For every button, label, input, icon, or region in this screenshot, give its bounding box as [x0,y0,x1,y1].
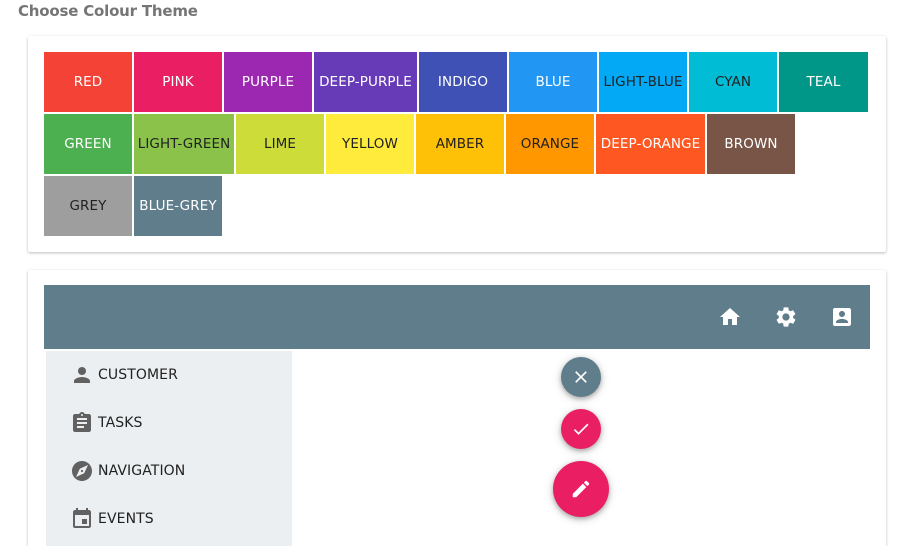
toolbar [44,285,870,349]
swatch-brown[interactable]: BROWN [707,114,795,174]
swatch-green[interactable]: GREEN [44,114,132,174]
nav-item-navigation[interactable]: NAVIGATION [46,447,292,495]
edit-fab-button[interactable] [553,461,609,517]
swatch-indigo[interactable]: INDIGO [419,52,507,112]
swatch-yellow[interactable]: YELLOW [326,114,414,174]
close-fab-button[interactable] [561,357,601,397]
swatch-light-green[interactable]: LIGHT-GREEN [134,114,234,174]
page-title: Choose Colour Theme [18,2,198,20]
swatch-teal[interactable]: TEAL [779,52,868,112]
nav-item-events[interactable]: EVENTS [46,495,292,543]
nav-item-customer[interactable]: CUSTOMER [46,351,292,399]
swatch-lime[interactable]: LIME [236,114,324,174]
calendar-icon [70,507,94,531]
nav-item-label: NAVIGATION [98,463,186,479]
theme-preview-card: CUSTOMER TASKS NAVIGATION EVENTS [28,270,886,546]
swatch-deep-orange[interactable]: DEEP-ORANGE [596,114,705,174]
swatch-cyan[interactable]: CYAN [689,52,777,112]
close-icon [571,367,591,387]
swatch-purple[interactable]: PURPLE [224,52,312,112]
nav-item-label: CUSTOMER [98,367,178,383]
compass-icon [70,459,94,483]
check-fab-button[interactable] [561,409,601,449]
swatch-amber[interactable]: AMBER [416,114,504,174]
edit-icon [570,478,592,500]
swatch-deep-purple[interactable]: DEEP-PURPLE [314,52,417,112]
settings-icon[interactable] [774,305,798,329]
check-icon [571,419,591,439]
swatch-red[interactable]: RED [44,52,132,112]
assignment-icon [70,411,94,435]
swatch-orange[interactable]: ORANGE [506,114,594,174]
home-icon[interactable] [718,305,742,329]
theme-picker-card: RED PINK PURPLE DEEP-PURPLE INDIGO BLUE … [28,36,886,252]
swatch-blue[interactable]: BLUE [509,52,597,112]
swatch-light-blue[interactable]: LIGHT-BLUE [599,52,687,112]
swatch-grey[interactable]: GREY [44,176,132,236]
person-icon [70,363,94,387]
contact-card-icon[interactable] [830,305,854,329]
side-navigation: CUSTOMER TASKS NAVIGATION EVENTS [46,351,292,546]
swatch-pink[interactable]: PINK [134,52,222,112]
nav-item-label: TASKS [98,415,143,431]
nav-item-label: EVENTS [98,511,154,527]
nav-item-tasks[interactable]: TASKS [46,399,292,447]
swatch-blue-grey[interactable]: BLUE-GREY [134,176,222,236]
